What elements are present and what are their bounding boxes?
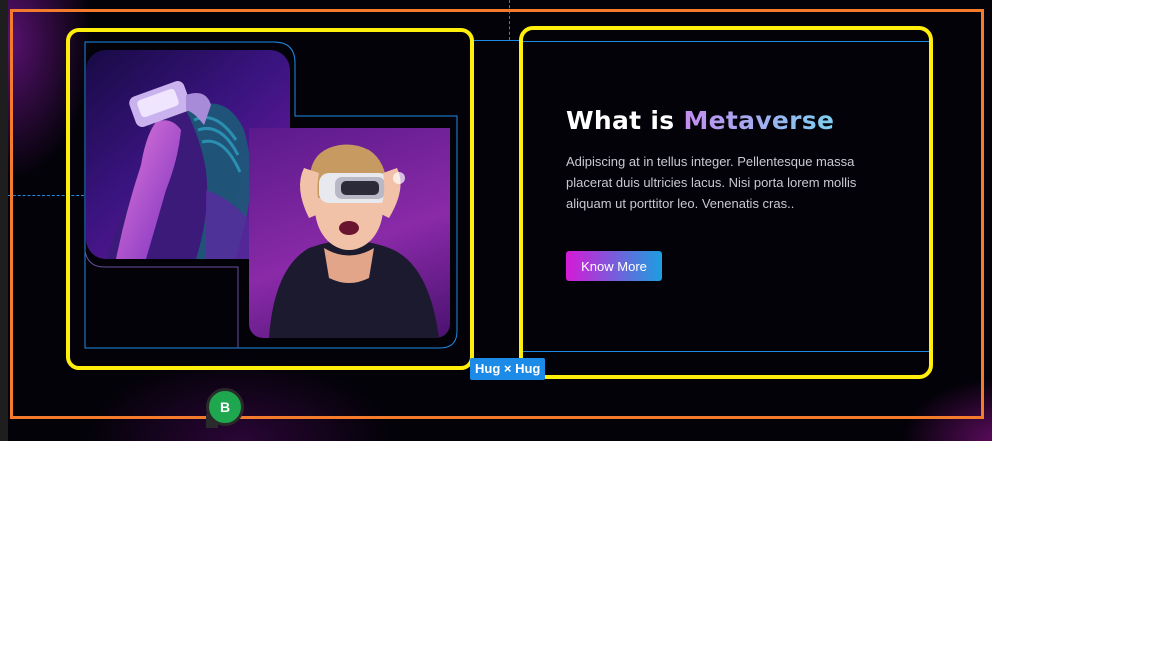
user-avatar[interactable]: B bbox=[206, 388, 244, 426]
selection-outline-image-group[interactable] bbox=[66, 28, 474, 370]
size-badge: Hug × Hug bbox=[470, 358, 546, 380]
collaborator-cursor[interactable]: B bbox=[204, 386, 248, 430]
selection-outline-text-card[interactable] bbox=[519, 26, 933, 379]
editor-left-edge bbox=[0, 0, 8, 441]
design-canvas: What is Metaverse Adipiscing at in tellu… bbox=[0, 0, 992, 441]
